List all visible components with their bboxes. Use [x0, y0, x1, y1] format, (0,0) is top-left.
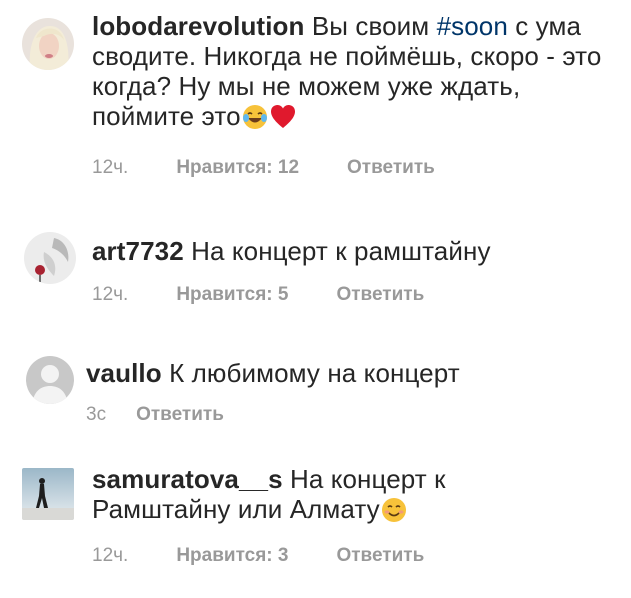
reply-button[interactable]: Ответить: [136, 404, 224, 425]
reply-button[interactable]: Ответить: [336, 545, 424, 566]
comment-meta: 12ч. Нравится: 3 Ответить: [92, 545, 472, 567]
comment-text: На концерт к рамштайну: [191, 236, 491, 266]
comment-body: lobodarevolution Вы своим #soon с ума св…: [92, 11, 612, 131]
reply-button[interactable]: Ответить: [336, 284, 424, 305]
avatar[interactable]: [24, 232, 76, 284]
likes-count-button[interactable]: Нравится: 12: [176, 157, 299, 178]
comment-time: 12ч.: [92, 284, 129, 305]
reply-button[interactable]: Ответить: [347, 157, 435, 178]
comment-item: art7732 На концерт к рамштайну 12ч. Нрави…: [0, 214, 631, 314]
comment-username[interactable]: lobodarevolution: [92, 11, 304, 41]
comment-text: Вы своим: [311, 11, 437, 41]
comment-meta: 3с Ответить: [86, 404, 272, 426]
comment-username[interactable]: vaullo: [86, 358, 162, 388]
red-heart-emoji: [269, 103, 297, 131]
comment-body: art7732 На концерт к рамштайну: [92, 236, 612, 266]
comment-time: 3с: [86, 404, 107, 425]
comment-item: vaullo К любимому на концерт 3с Ответить: [0, 340, 631, 440]
comment-time: 12ч.: [92, 545, 129, 566]
avatar[interactable]: [26, 356, 74, 404]
smiling-face-emoji: [380, 496, 408, 524]
comment-username[interactable]: samuratova__s: [92, 464, 283, 494]
likes-count-button[interactable]: Нравится: 5: [176, 284, 288, 305]
comment-meta: 12ч. Нравится: 12 Ответить: [92, 157, 483, 179]
comment-text: К любимому на концерт: [169, 358, 460, 388]
hashtag-link[interactable]: #soon: [437, 11, 508, 41]
avatar[interactable]: [22, 468, 74, 520]
comment-item: samuratova__s На концерт к Рамштайну или…: [0, 448, 631, 588]
comment-body: vaullo К любимому на концерт: [86, 358, 616, 388]
comment-username[interactable]: art7732: [92, 236, 184, 266]
tears-of-joy-emoji: [241, 103, 269, 131]
comment-item: lobodarevolution Вы своим #soon с ума св…: [0, 0, 631, 200]
comment-body: samuratova__s На концерт к Рамштайну или…: [92, 464, 492, 524]
likes-count-button[interactable]: Нравится: 3: [176, 545, 288, 566]
comment-meta: 12ч. Нравится: 5 Ответить: [92, 284, 472, 306]
comment-time: 12ч.: [92, 157, 129, 178]
avatar[interactable]: [22, 18, 74, 70]
